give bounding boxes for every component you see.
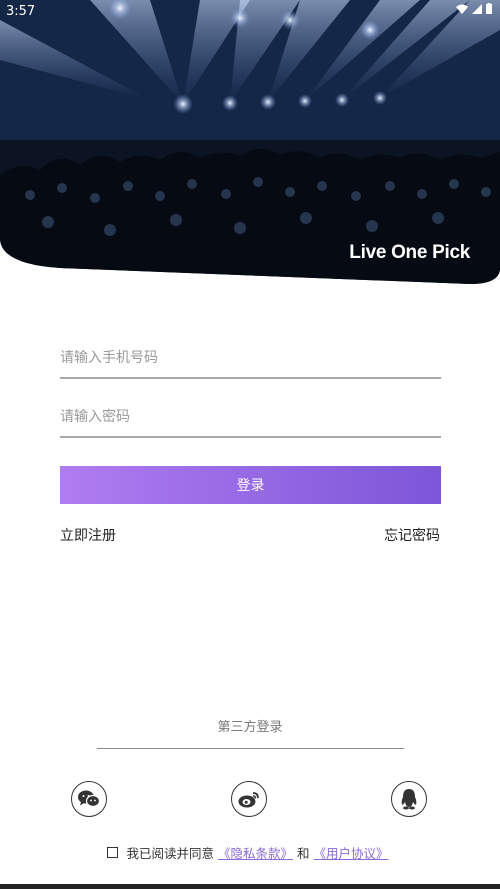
qq-icon [401, 789, 417, 810]
navigation-bar [0, 884, 500, 889]
password-input[interactable] [60, 398, 441, 438]
weibo-icon [238, 792, 259, 808]
privacy-link[interactable]: 《隐私条款》 [218, 843, 293, 862]
qq-login-button[interactable] [391, 781, 427, 817]
status-icons [456, 3, 492, 14]
signal-icon [472, 3, 482, 14]
register-link[interactable]: 立即注册 [60, 525, 116, 545]
forgot-password-link[interactable]: 忘记密码 [384, 525, 440, 545]
phone-input[interactable] [60, 339, 441, 379]
agreement-and: 和 [297, 846, 310, 861]
terms-link[interactable]: 《用户协议》 [314, 843, 389, 862]
third-party-title: 第三方登录 [217, 720, 283, 735]
battery-icon [486, 3, 492, 14]
status-time: 3:57 [6, 4, 36, 19]
weibo-login-button[interactable] [231, 781, 267, 817]
third-party-divider [97, 748, 404, 749]
login-button[interactable]: 登录 [60, 466, 441, 504]
status-bar: 3:57 [0, 0, 500, 22]
agreement-row: 我已阅读并同意 《隐私条款》 和 《用户协议》 [0, 843, 500, 862]
wechat-login-button[interactable] [71, 781, 107, 817]
agreement-checkbox[interactable] [107, 847, 119, 858]
agreement-prefix: 我已阅读并同意 [126, 846, 214, 861]
wifi-icon [456, 4, 468, 14]
brand-logo: Live One Pick [349, 242, 470, 263]
wechat-icon [78, 790, 100, 808]
